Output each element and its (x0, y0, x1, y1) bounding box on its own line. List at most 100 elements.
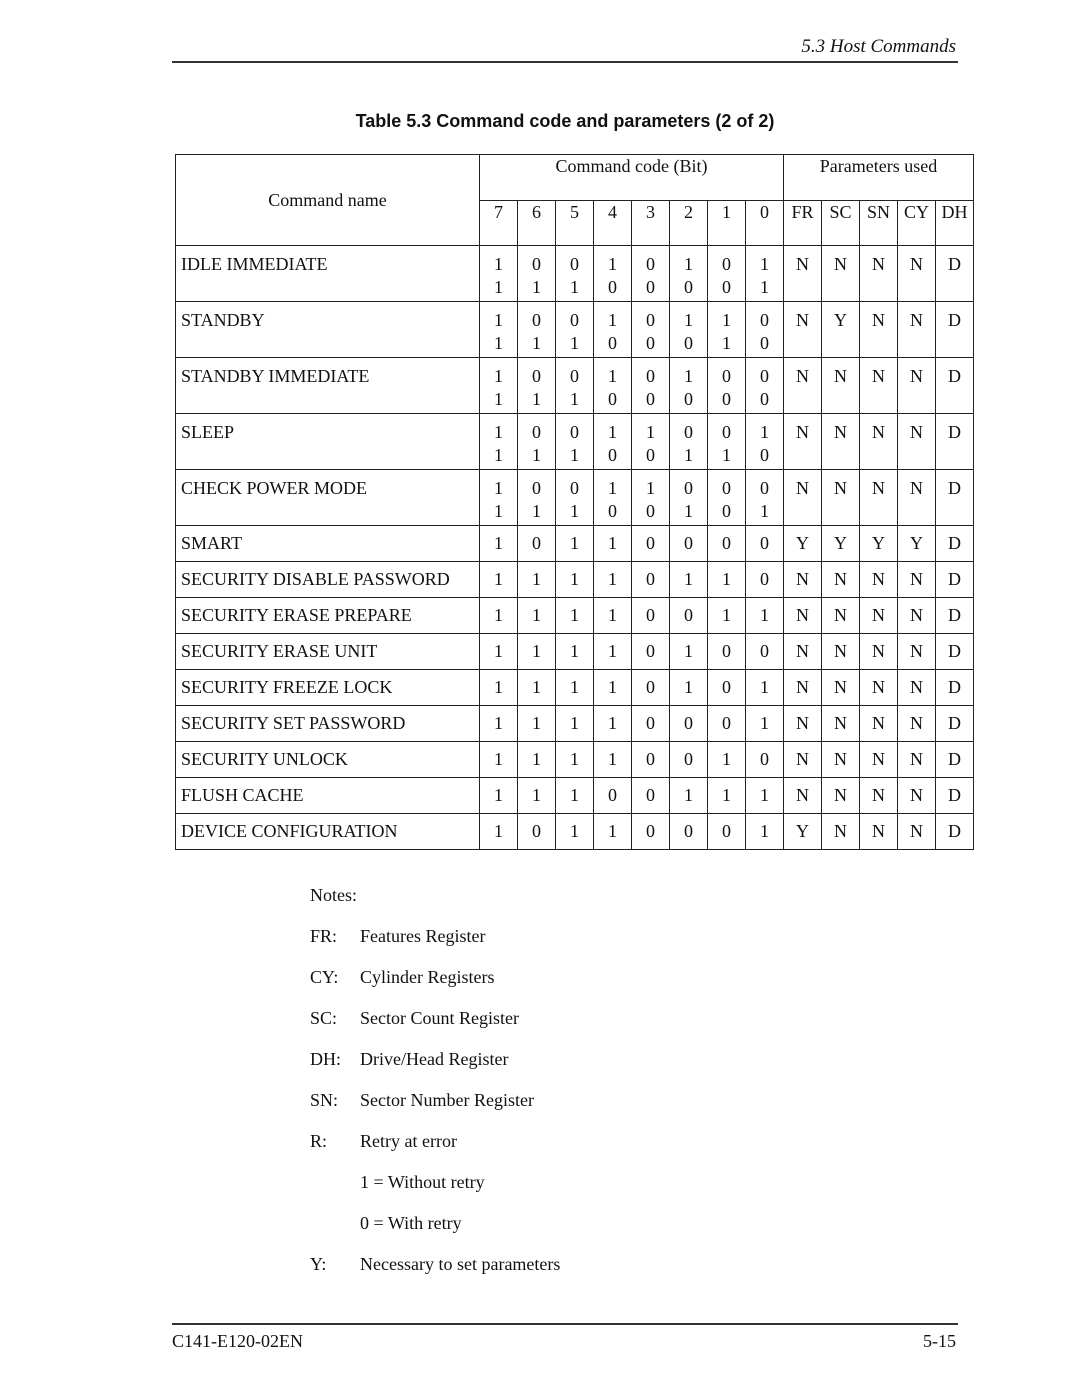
param-cell: N (821, 813, 860, 850)
bit-value: 0 (684, 478, 693, 498)
param-cell: D (935, 357, 974, 414)
header-bit-7: 7 (479, 200, 518, 246)
header-bit-2: 2 (669, 200, 708, 246)
bit-cell: 0 (631, 633, 670, 670)
param-cell: N (897, 813, 936, 850)
bit-cell: 1 (517, 597, 556, 634)
table-row: SECURITY ERASE UNIT 1 1 1 1 0 1 0 0 N N N N D (175, 633, 974, 670)
param-cell: N (897, 705, 936, 742)
bit-cell: 0 (745, 561, 784, 598)
bit-cell: 1 (707, 741, 746, 778)
bit-value: 1 (570, 713, 579, 733)
bit-value: 1 (722, 749, 731, 769)
bit-value: 0 (760, 569, 769, 589)
command-name: CHECK POWER MODE (175, 469, 480, 526)
bit-cell: 10 (593, 469, 632, 526)
bit-value: 1 (760, 254, 769, 274)
bit-value-alt: 0 (646, 277, 655, 297)
bit-cell: 1 (517, 777, 556, 814)
bit-value: 0 (760, 478, 769, 498)
bit-value-alt: 0 (608, 445, 617, 465)
bit-cell: 1 (479, 633, 518, 670)
bit-value-alt: 1 (494, 445, 503, 465)
bit-value: 0 (570, 310, 579, 330)
bit-value-alt: 0 (684, 277, 693, 297)
bit-cell: 11 (479, 469, 518, 526)
bit-value: 1 (608, 569, 617, 589)
note-text: Features Register (360, 926, 486, 946)
param-cell: N (897, 669, 936, 706)
bit-cell: 1 (479, 777, 518, 814)
param-cell: N (859, 741, 898, 778)
bit-cell: 1 (593, 705, 632, 742)
param-cell: N (897, 741, 936, 778)
bit-cell: 0 (669, 741, 708, 778)
bit-value: 1 (684, 310, 693, 330)
bit-value: 1 (760, 422, 769, 442)
document-id: C141-E120-02EN (172, 1331, 303, 1351)
bit-cell: 1 (555, 525, 594, 562)
bit-value: 0 (646, 310, 655, 330)
bit-cell: 1 (745, 597, 784, 634)
bit-value: 0 (760, 366, 769, 386)
bit-value: 0 (532, 366, 541, 386)
command-name: SECURITY ERASE PREPARE (175, 597, 480, 634)
bit-value: 0 (570, 422, 579, 442)
bit-value: 0 (722, 641, 731, 661)
param-cell: N (859, 469, 898, 526)
header-bit-4: 4 (593, 200, 632, 246)
bit-cell: 1 (517, 741, 556, 778)
bit-value: 1 (570, 641, 579, 661)
bit-value: 1 (608, 533, 617, 553)
header-rule (172, 61, 958, 63)
bit-value-alt: 1 (494, 333, 503, 353)
bit-value-alt: 0 (608, 389, 617, 409)
param-cell: N (859, 357, 898, 414)
bit-value: 1 (532, 749, 541, 769)
bit-cell: 0 (669, 597, 708, 634)
bit-cell: 1 (517, 705, 556, 742)
bit-cell: 1 (593, 561, 632, 598)
bit-cell: 01 (555, 357, 594, 414)
bit-cell: 1 (669, 633, 708, 670)
param-cell: N (783, 597, 822, 634)
bit-value: 0 (646, 366, 655, 386)
param-cell: N (897, 561, 936, 598)
param-cell: N (897, 597, 936, 634)
header-command-code: Command code (Bit) (479, 154, 784, 201)
bit-value: 1 (494, 310, 503, 330)
bit-value: 1 (570, 821, 579, 841)
bit-cell: 1 (593, 813, 632, 850)
bit-value-alt: 1 (570, 389, 579, 409)
param-cell: D (935, 705, 974, 742)
bit-cell: 0 (593, 777, 632, 814)
bit-value: 0 (760, 641, 769, 661)
bit-value: 0 (646, 254, 655, 274)
table-header-row: Command name Command code (Bit) Paramete… (175, 154, 974, 246)
param-cell: N (859, 301, 898, 358)
bit-cell: 01 (517, 301, 556, 358)
bit-value: 0 (684, 533, 693, 553)
param-cell: D (935, 301, 974, 358)
bit-value-alt: 1 (532, 501, 541, 521)
bit-cell: 1 (707, 561, 746, 598)
bit-value: 1 (532, 785, 541, 805)
bit-value: 0 (722, 533, 731, 553)
param-cell: D (935, 741, 974, 778)
param-cell: N (859, 813, 898, 850)
bit-cell: 0 (669, 705, 708, 742)
bit-cell: 0 (707, 633, 746, 670)
bit-cell: 0 (707, 813, 746, 850)
bit-cell: 10 (669, 245, 708, 302)
note-item: SC: Sector Count Register (310, 1007, 560, 1048)
bit-value: 0 (760, 533, 769, 553)
bit-value-alt: 0 (646, 389, 655, 409)
param-cell: Y (783, 525, 822, 562)
bit-value: 1 (494, 569, 503, 589)
bit-cell: 1 (479, 597, 518, 634)
bit-value: 0 (760, 749, 769, 769)
bit-cell: 01 (669, 413, 708, 470)
bit-value: 1 (608, 422, 617, 442)
bit-value: 0 (684, 422, 693, 442)
bit-value-alt: 0 (608, 277, 617, 297)
